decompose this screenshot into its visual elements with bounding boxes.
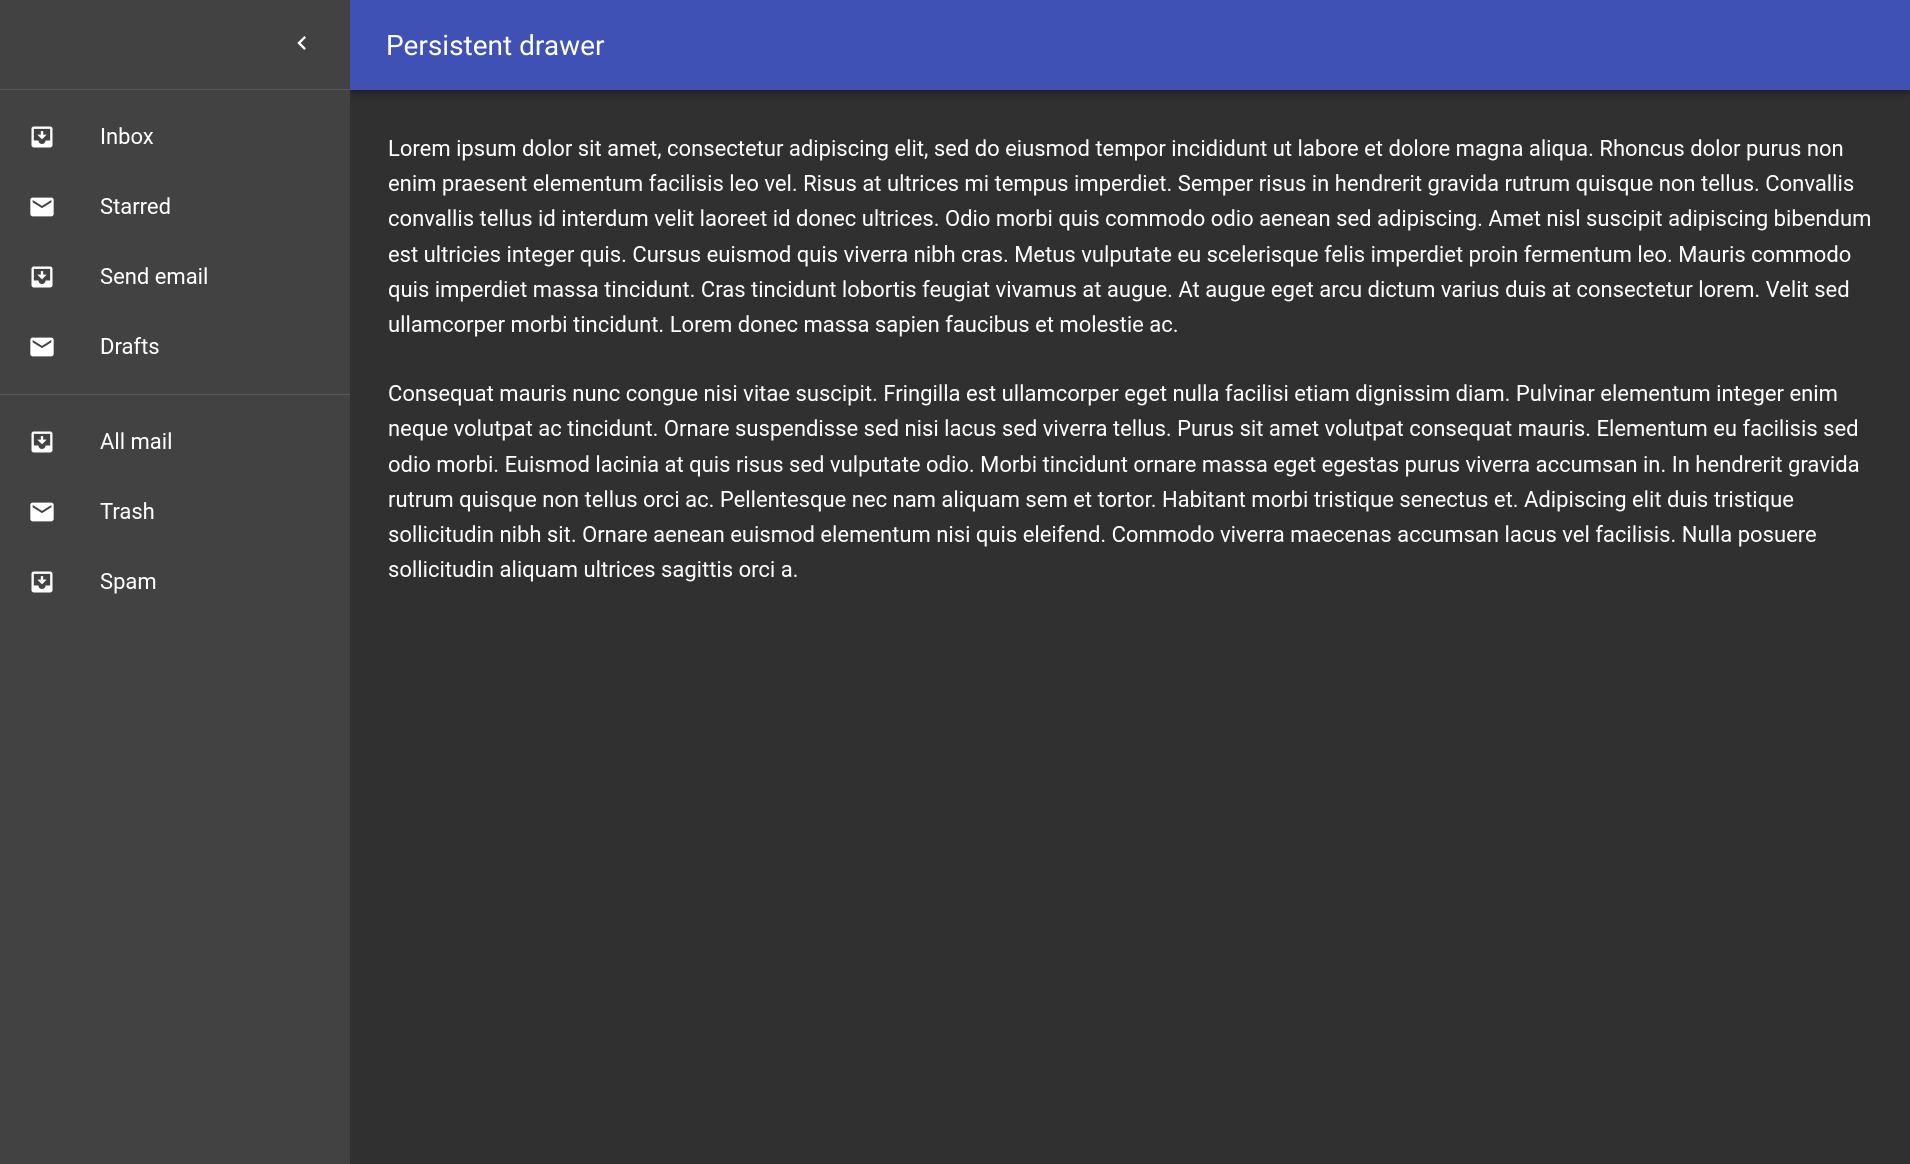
sidebar-item-all-mail[interactable]: All mail: [0, 407, 350, 477]
sidebar-item-send-email[interactable]: Send email: [0, 242, 350, 312]
mail-icon: [28, 333, 56, 361]
chevron-left-icon: [288, 29, 316, 60]
sidebar-item-label: Starred: [100, 195, 171, 220]
page-title: Persistent drawer: [386, 29, 604, 62]
appbar: Persistent drawer: [350, 0, 1910, 90]
sidebar-item-label: Spam: [100, 570, 157, 595]
content: Lorem ipsum dolor sit amet, consectetur …: [350, 90, 1910, 664]
mail-icon: [28, 193, 56, 221]
drawer: Inbox Starred Send email Drafts All m: [0, 0, 350, 1164]
sidebar-item-spam[interactable]: Spam: [0, 547, 350, 617]
sidebar-item-trash[interactable]: Trash: [0, 477, 350, 547]
sidebar-item-label: Send email: [100, 265, 208, 290]
content-paragraph: Consequat mauris nunc congue nisi vitae …: [388, 377, 1872, 588]
sidebar-item-label: All mail: [100, 430, 172, 455]
mail-icon: [28, 498, 56, 526]
move-to-inbox-icon: [28, 263, 56, 291]
sidebar-item-drafts[interactable]: Drafts: [0, 312, 350, 382]
move-to-inbox-icon: [28, 428, 56, 456]
close-drawer-button[interactable]: [278, 21, 326, 69]
drawer-header: [0, 0, 350, 90]
content-paragraph: Lorem ipsum dolor sit amet, consectetur …: [388, 132, 1872, 343]
sidebar-item-starred[interactable]: Starred: [0, 172, 350, 242]
sidebar-item-label: Trash: [100, 500, 155, 525]
move-to-inbox-icon: [28, 568, 56, 596]
sidebar-item-label: Inbox: [100, 125, 154, 150]
sidebar-item-inbox[interactable]: Inbox: [0, 102, 350, 172]
move-to-inbox-icon: [28, 123, 56, 151]
sidebar-item-label: Drafts: [100, 335, 160, 360]
drawer-list-secondary: All mail Trash Spam: [0, 394, 350, 629]
drawer-list-primary: Inbox Starred Send email Drafts: [0, 90, 350, 394]
main: Persistent drawer Lorem ipsum dolor sit …: [350, 0, 1910, 1164]
